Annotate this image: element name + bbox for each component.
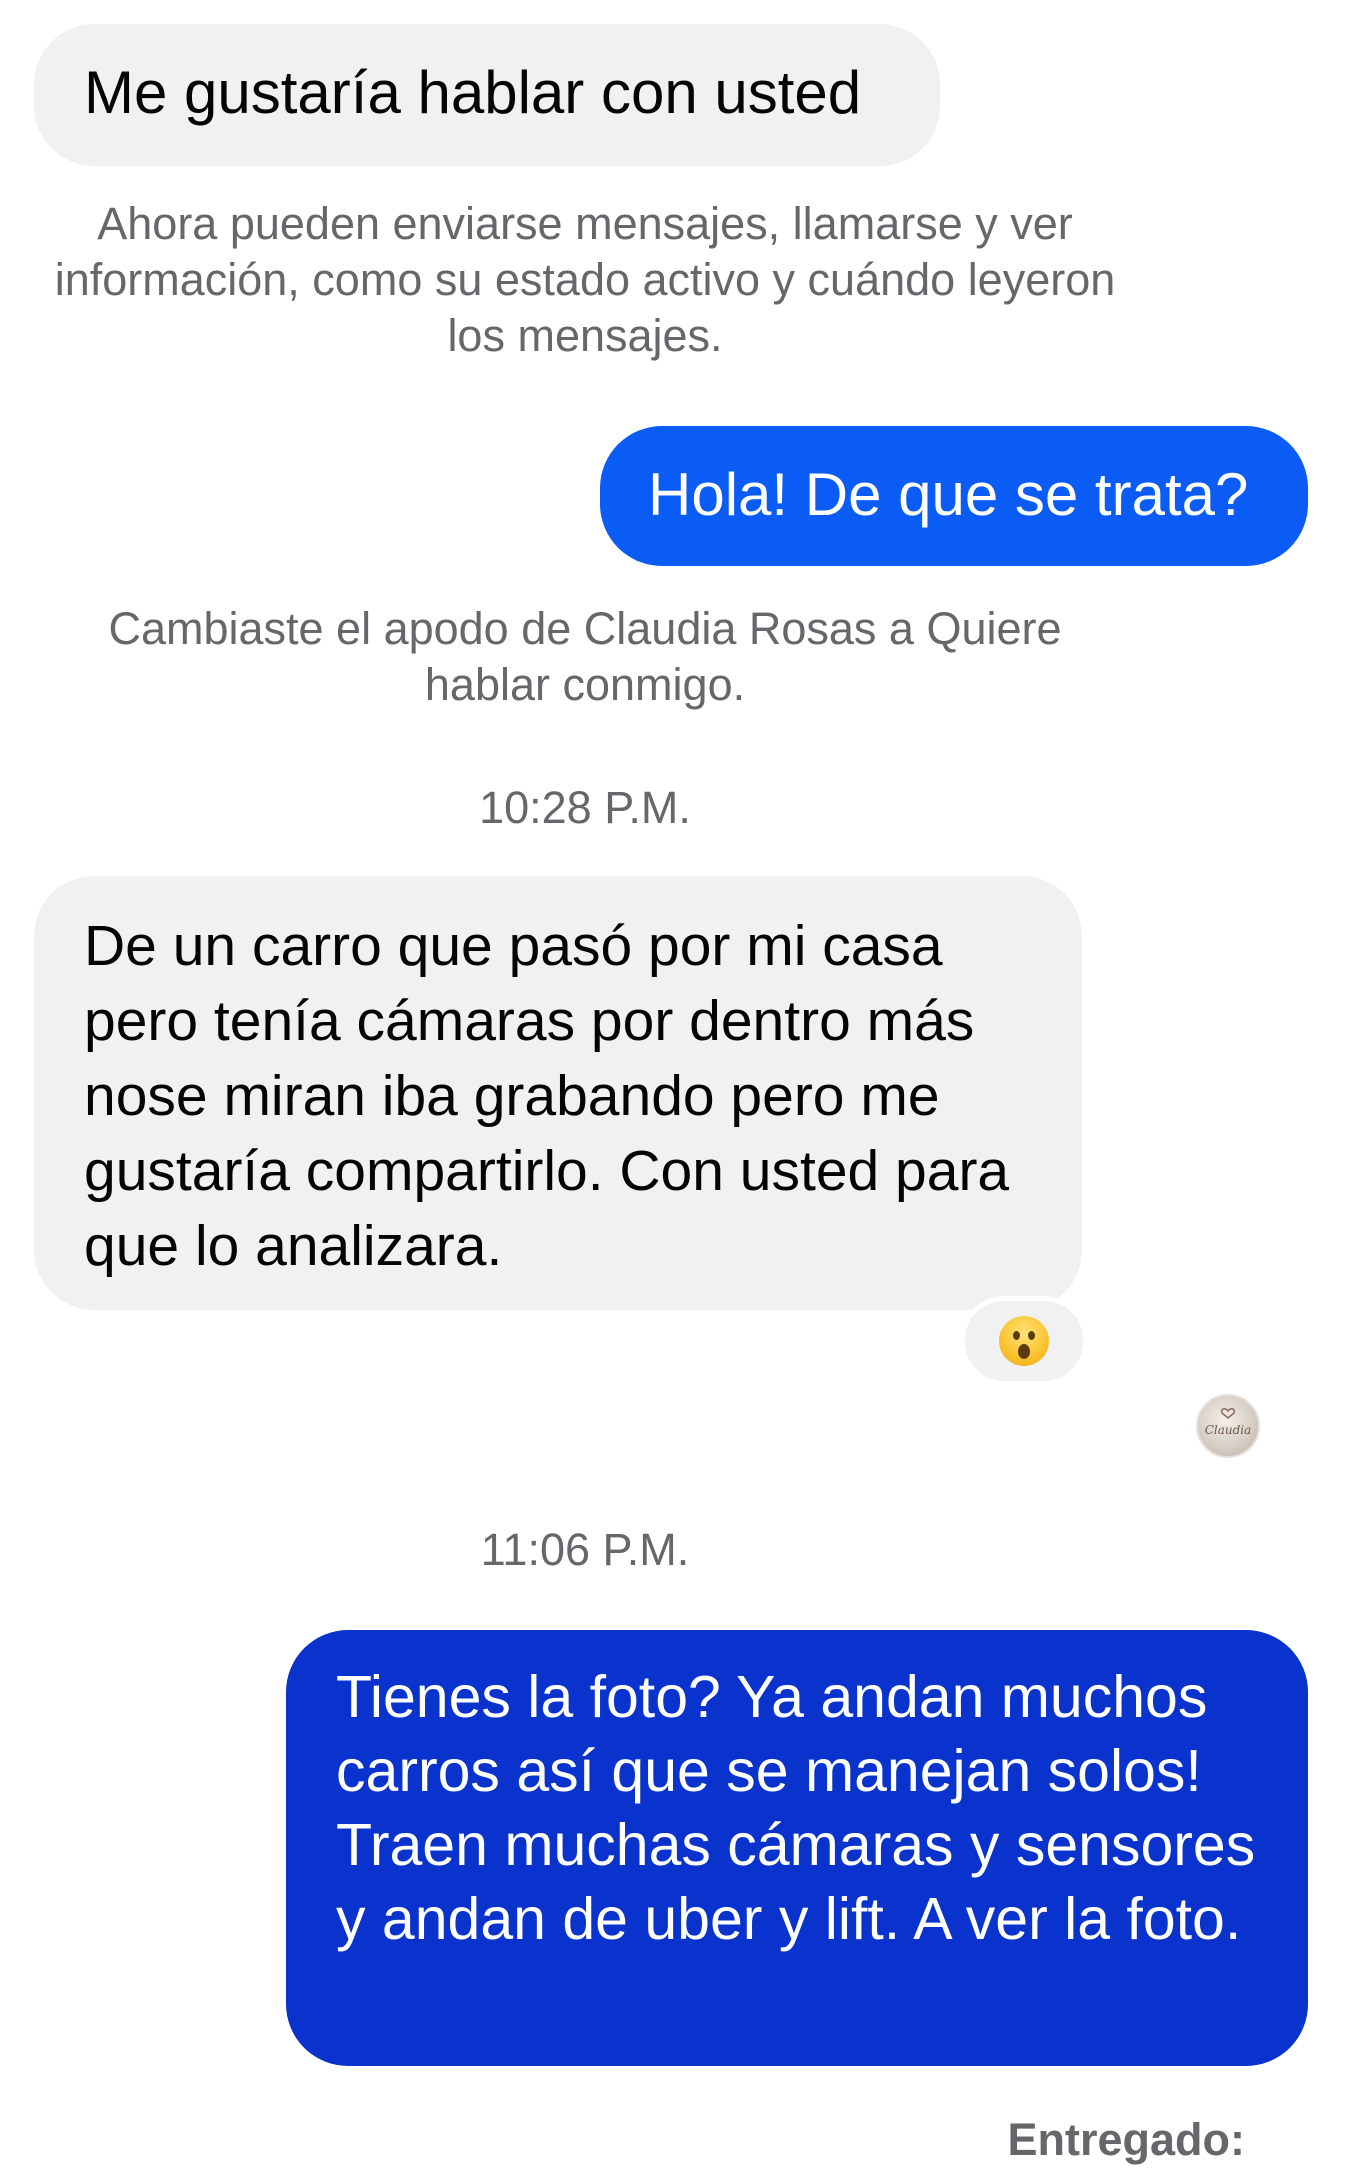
timestamp-divider: 11:06 P.M. — [480, 1524, 690, 1575]
system-notice-nickname: Cambiaste el apodo de Claudia Rosas a Qu… — [108, 603, 1062, 710]
outgoing-message-bubble[interactable]: Hola! De que se trata? — [600, 426, 1308, 566]
incoming-message-bubble[interactable]: Me gustaría hablar con usted — [34, 24, 940, 166]
read-receipt-avatar[interactable]: Claudia — [1196, 1394, 1260, 1458]
delivery-status: Entregado: — [1007, 2114, 1245, 2165]
system-notice-connection: Ahora pueden enviarse mensajes, llamarse… — [54, 198, 1116, 361]
incoming-message-bubble[interactable]: De un carro que pasó por mi casa pero te… — [34, 876, 1082, 1310]
timestamp-divider: 10:28 P.M. — [479, 782, 691, 833]
contact-avatar-icon: Claudia — [1205, 1408, 1252, 1437]
avatar-monogram: Claudia — [1205, 1423, 1252, 1437]
wow-emoji-icon — [999, 1316, 1049, 1366]
outgoing-message-bubble[interactable]: Tienes la foto? Ya andan muchos carros a… — [286, 1630, 1308, 2066]
message-reaction[interactable] — [960, 1296, 1088, 1386]
